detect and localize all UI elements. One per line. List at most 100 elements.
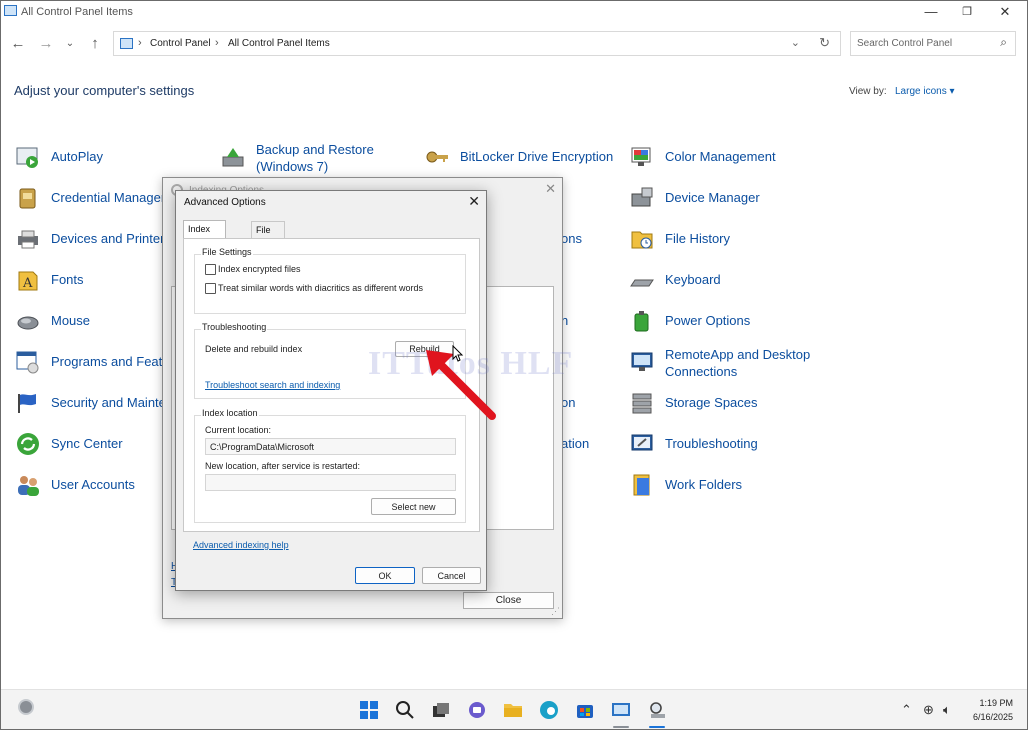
- active-indicator: [649, 726, 665, 728]
- remoteapp-label-line1: RemoteApp and Desktop: [665, 347, 811, 362]
- edge-icon[interactable]: [539, 700, 559, 720]
- fonts-icon: A: [18, 271, 38, 291]
- clock[interactable]: 1:19 PM 6/16/2025: [973, 696, 1013, 724]
- users-icon: [18, 476, 39, 496]
- advanced-indexing-help-link[interactable]: Advanced indexing help: [193, 540, 289, 550]
- close-window-button[interactable]: ✕: [987, 3, 1023, 21]
- cp-item-label: Color Management: [665, 149, 776, 164]
- chevron-down-icon[interactable]: ⌄: [791, 36, 800, 49]
- task-view-icon[interactable]: [431, 700, 451, 720]
- mouse-icon: [17, 316, 39, 330]
- cp-item-label: AutoPlay: [51, 149, 104, 164]
- cp-item-label: Device Manager: [665, 190, 760, 205]
- backup-label-line1: Backup and Restore: [256, 142, 374, 157]
- minimize-button[interactable]: —: [913, 3, 949, 21]
- back-arrow-icon[interactable]: ←: [8, 34, 28, 54]
- search-icon[interactable]: ⌕: [1000, 35, 1007, 50]
- control-panel-taskbar-icon[interactable]: [611, 700, 631, 720]
- resize-grip-icon[interactable]: ⋰: [551, 606, 560, 617]
- search-icon[interactable]: [395, 700, 415, 720]
- backup-icon: [222, 148, 244, 167]
- index-location-group: Index location Current location: C:\Prog…: [194, 408, 466, 523]
- storage-icon: [632, 393, 652, 414]
- recent-chevron-icon[interactable]: ⌄: [60, 34, 80, 54]
- address-bar[interactable]: › Control Panel › All Control Panel Item…: [113, 31, 841, 56]
- cp-item-label: ons: [561, 231, 582, 246]
- index-encrypted-checkbox[interactable]: [205, 264, 216, 275]
- mouse-cursor-icon: [452, 345, 464, 362]
- view-by-label: View by:: [849, 86, 887, 97]
- clock-time: 1:19 PM: [979, 698, 1013, 708]
- tab-file-types[interactable]: File Types: [251, 221, 286, 251]
- tray-chevron-up-icon[interactable]: ⌃: [901, 702, 912, 718]
- cp-item-label: Power Options: [665, 313, 751, 328]
- breadcrumb-control-panel[interactable]: Control Panel: [150, 38, 211, 49]
- select-new-button[interactable]: Select new: [371, 498, 456, 515]
- tab-index-settings[interactable]: Index Settings: [183, 220, 226, 250]
- control-panel-icon: [120, 38, 133, 49]
- view-by-dropdown[interactable]: Large icons ▾: [895, 86, 955, 97]
- cp-item-label: Mouse: [51, 313, 91, 328]
- troubleshooting-icon: [631, 434, 653, 451]
- search-box[interactable]: ⌕: [850, 31, 1016, 56]
- diacritics-checkbox[interactable]: [205, 283, 216, 294]
- breadcrumb-all-items[interactable]: All Control Panel Items: [228, 38, 330, 49]
- cp-item-label: Sync Center: [51, 436, 123, 451]
- cp-item-label: File History: [665, 231, 731, 246]
- sync-icon: [17, 433, 39, 455]
- refresh-icon[interactable]: ↻: [819, 35, 830, 51]
- cp-item-label: Troubleshooting: [665, 436, 758, 451]
- index-encrypted-label: Index encrypted files: [218, 264, 301, 274]
- current-location-label: Current location:: [205, 425, 272, 435]
- autoplay-icon: [16, 147, 38, 168]
- cp-item-label: ation: [561, 436, 590, 451]
- delete-rebuild-label: Delete and rebuild index: [205, 344, 303, 354]
- chevron-right-icon: ›: [215, 37, 219, 49]
- widgets-icon[interactable]: [18, 699, 34, 715]
- chat-icon[interactable]: [467, 700, 487, 720]
- new-location-field: [205, 474, 456, 491]
- cp-item-label: User Accounts: [51, 477, 135, 492]
- power-icon: [634, 311, 649, 332]
- ok-button[interactable]: OK: [355, 567, 415, 584]
- bitlocker-key-icon: [426, 151, 448, 163]
- svg-text:A: A: [22, 276, 33, 291]
- file-explorer-icon[interactable]: [503, 700, 523, 720]
- programs-icon: [16, 351, 39, 374]
- keyboard-icon: [630, 279, 654, 287]
- remoteapp-icon: [631, 352, 653, 371]
- language-globe-icon[interactable]: ⊕: [923, 702, 934, 718]
- start-icon[interactable]: [359, 700, 379, 720]
- indexing-close-button[interactable]: Close: [463, 592, 554, 609]
- work-folders-icon: [633, 474, 650, 496]
- advanced-close-icon[interactable]: ✕: [468, 193, 480, 210]
- taskbar: ⌃ ⊕ 🔈︎ 1:19 PM 6/16/2025: [1, 689, 1027, 729]
- chevron-right-icon: ›: [138, 37, 142, 49]
- up-arrow-icon[interactable]: ↑: [85, 34, 105, 54]
- volume-icon[interactable]: 🔈︎: [943, 702, 951, 718]
- file-settings-title: File Settings: [201, 247, 253, 257]
- forward-arrow-icon[interactable]: →: [36, 34, 56, 54]
- indexing-close-icon[interactable]: ✕: [545, 181, 556, 197]
- indexing-search-taskbar-icon[interactable]: [647, 700, 667, 720]
- backup-label-line2: (Windows 7): [256, 159, 329, 174]
- diacritics-label: Treat similar words with diacritics as d…: [218, 283, 424, 293]
- cp-item-label: Storage Spaces: [665, 395, 758, 410]
- store-icon[interactable]: [575, 700, 595, 720]
- maximize-button[interactable]: ❐: [949, 3, 985, 21]
- cp-item-label: Work Folders: [665, 477, 743, 492]
- running-indicator: [613, 726, 629, 728]
- troubleshooting-title: Troubleshooting: [201, 322, 268, 332]
- troubleshoot-search-link[interactable]: Troubleshoot search and indexing: [205, 380, 340, 390]
- cancel-button[interactable]: Cancel: [422, 567, 481, 584]
- credential-manager-icon: [19, 188, 36, 209]
- annotation-arrow-icon: [426, 350, 496, 420]
- clock-date: 6/16/2025: [972, 712, 1013, 722]
- cp-item-label: Devices and Printers: [51, 231, 171, 246]
- cp-item-label: Fonts: [51, 272, 84, 287]
- title-bar: All Control Panel Items — ❐ ✕: [1, 1, 1027, 23]
- cp-item-label: Programs and Featu: [51, 354, 170, 369]
- cp-item-label: RemoteApp and Desktop Connections: [665, 346, 825, 380]
- search-input[interactable]: [857, 38, 987, 49]
- window-title: All Control Panel Items: [21, 6, 133, 18]
